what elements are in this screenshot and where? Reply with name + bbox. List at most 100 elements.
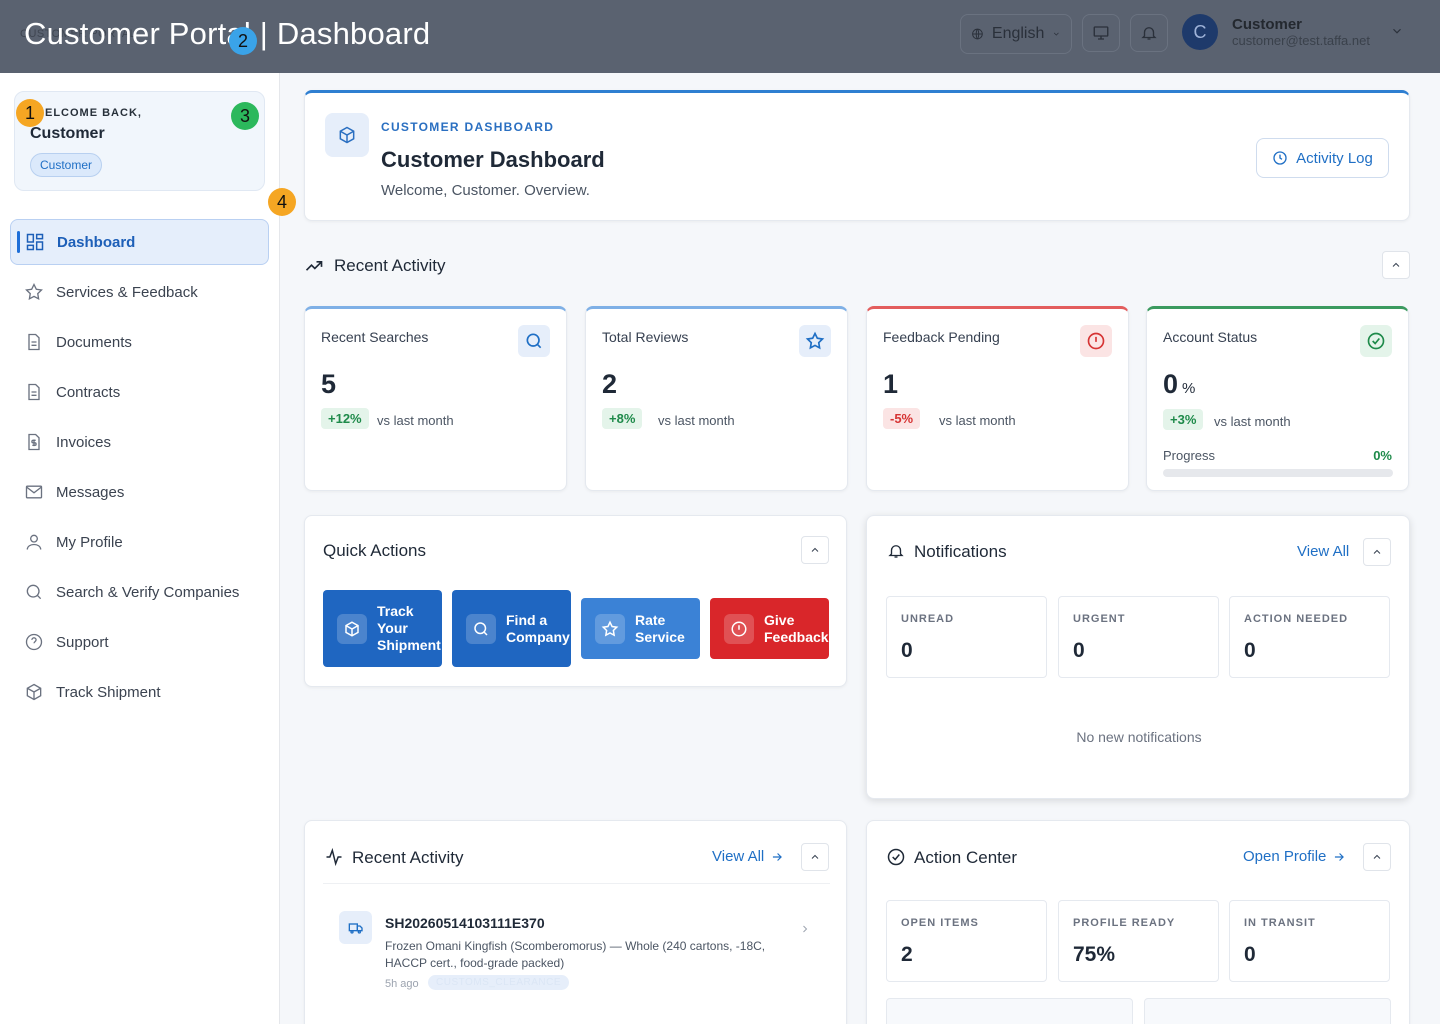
top-bar: CUSTOMER PORTAL Customer Portal | Dashbo… <box>0 0 1440 73</box>
unread-counter: UNREAD 0 <box>886 596 1047 678</box>
stat-card-feedback-pending: Feedback Pending 1 -5% vs last month <box>866 306 1129 491</box>
document-icon <box>28 383 40 401</box>
activity-log-label: Activity Log <box>1296 149 1373 167</box>
open-profile-link[interactable]: Open Profile <box>1243 848 1346 865</box>
chevron-up-icon <box>1392 262 1400 267</box>
sidebar-item-label: Services & Feedback <box>56 283 198 301</box>
annotation-marker-3: 3 <box>231 102 259 130</box>
sidebar-item-dashboard[interactable]: Dashboard <box>10 219 269 265</box>
chevron-up-icon <box>811 547 819 552</box>
stat-value: 1 <box>883 369 899 399</box>
action-center-card: Action Center Open Profile OPEN ITEMS 2 … <box>866 820 1410 1024</box>
sidebar-item-search-verify[interactable]: Search & Verify Companies <box>10 569 269 615</box>
invoice-icon <box>28 433 40 451</box>
language-label: English <box>991 25 1045 42</box>
empty-state: No new notifications <box>1076 729 1202 745</box>
action-tile[interactable] <box>886 998 1133 1024</box>
view-all-link[interactable]: View All <box>712 848 784 865</box>
sidebar-item-label: Documents <box>56 333 132 351</box>
annotation-marker-4: 4 <box>268 188 296 216</box>
bell-icon <box>888 545 904 558</box>
truck-icon <box>339 911 372 944</box>
collapse-button[interactable] <box>1382 251 1410 279</box>
counter-value: 0 <box>1244 943 1256 966</box>
chevron-up-icon <box>811 854 819 859</box>
collapse-button[interactable] <box>1363 538 1391 566</box>
stat-change-badge: +8% <box>602 408 643 429</box>
collapse-button[interactable] <box>1363 843 1391 871</box>
dashboard-subtitle: Welcome, Customer. Overview. <box>381 182 590 199</box>
sidebar-nav: Dashboard Services & Feedback Documents … <box>10 219 269 719</box>
user-menu[interactable]: C Customer customer@test.taffa.net <box>1182 14 1370 50</box>
sidebar-item-contracts[interactable]: Contracts <box>10 369 269 415</box>
avatar: C <box>1182 14 1218 50</box>
dashboard-kicker: CUSTOMER DASHBOARD <box>381 120 555 134</box>
search-icon <box>466 613 496 644</box>
stat-compare-label: vs last month <box>939 413 1016 428</box>
stat-change-badge: +12% <box>321 408 369 429</box>
find-company-button[interactable]: Find a Company <box>452 590 571 667</box>
track-shipment-button[interactable]: Track Your Shipment <box>323 590 442 667</box>
sidebar-item-label: Messages <box>56 483 125 501</box>
activity-log-button[interactable]: Activity Log <box>1256 138 1389 178</box>
sidebar-item-invoices[interactable]: Invoices <box>10 419 269 465</box>
urgent-counter: URGENT 0 <box>1058 596 1219 678</box>
stat-change-badge: +3% <box>1163 409 1204 430</box>
sidebar-item-label: Invoices <box>56 433 112 451</box>
dashboard-header-card: CUSTOMER DASHBOARD Customer Dashboard We… <box>304 90 1410 221</box>
stat-label: Feedback Pending <box>883 329 1000 345</box>
star-icon <box>25 282 43 301</box>
clock-icon <box>1273 151 1287 165</box>
sidebar-item-documents[interactable]: Documents <box>10 319 269 365</box>
arrow-right-icon <box>1335 852 1345 861</box>
welcome-card: ELCOME BACK, Customer Customer <box>14 91 265 191</box>
progress-value: 0% <box>1373 448 1392 463</box>
language-selector[interactable]: English <box>960 14 1072 54</box>
stat-card-account-status: Account Status 0% +3% vs last month Prog… <box>1146 306 1409 491</box>
section-title: Recent Activity <box>334 256 446 275</box>
star-icon <box>799 325 831 357</box>
star-icon <box>595 613 625 644</box>
counter-label: IN TRANSIT <box>1244 917 1316 929</box>
shipment-time: 5h ago <box>385 978 419 990</box>
action-label: Give Feedback <box>764 611 829 645</box>
sidebar-item-track-shipment[interactable]: Track Shipment <box>10 669 269 715</box>
sidebar-item-services-feedback[interactable]: Services & Feedback <box>10 269 269 315</box>
box-icon <box>337 613 367 644</box>
rate-service-button[interactable]: Rate Service <box>581 598 700 659</box>
recent-activity-title: Recent Activity <box>352 848 464 867</box>
counter-label: ACTION NEEDED <box>1244 613 1349 625</box>
action-tile[interactable] <box>1144 998 1391 1024</box>
activity-icon <box>326 847 342 867</box>
sidebar-item-label: Support <box>56 633 109 651</box>
collapse-button[interactable] <box>801 843 829 871</box>
user-icon <box>26 534 42 550</box>
collapse-button[interactable] <box>801 536 829 564</box>
dashboard-title: Customer Dashboard <box>381 147 605 172</box>
notifications-title: Notifications <box>914 542 1007 561</box>
check-circle-icon <box>1360 325 1392 357</box>
user-name: Customer <box>1232 16 1303 33</box>
stat-label: Recent Searches <box>321 329 429 345</box>
counter-label: URGENT <box>1073 613 1126 625</box>
display-button[interactable] <box>1082 14 1120 52</box>
monitor-icon <box>1093 26 1109 40</box>
chevron-up-icon <box>1373 854 1381 859</box>
view-all-link[interactable]: View All <box>1297 543 1349 560</box>
view-all-label: View All <box>712 848 765 865</box>
open-items-counter: OPEN ITEMS 2 <box>886 900 1047 982</box>
document-icon <box>28 333 40 351</box>
sidebar-item-messages[interactable]: Messages <box>10 469 269 515</box>
user-menu-chevron-icon[interactable] <box>1390 24 1404 38</box>
divider <box>323 883 830 884</box>
in-transit-counter: IN TRANSIT 0 <box>1229 900 1390 982</box>
counter-value: 0 <box>1244 639 1256 662</box>
counter-value: 0 <box>901 639 913 662</box>
sidebar-item-my-profile[interactable]: My Profile <box>10 519 269 565</box>
shipment-description: Frozen Omani Kingfish (Scomberomorus) — … <box>385 939 766 970</box>
notifications-button[interactable] <box>1130 14 1168 52</box>
alert-icon <box>724 613 754 644</box>
stat-change-badge: -5% <box>883 408 921 429</box>
give-feedback-button[interactable]: Give Feedback <box>710 598 829 659</box>
sidebar-item-support[interactable]: Support <box>10 619 269 665</box>
